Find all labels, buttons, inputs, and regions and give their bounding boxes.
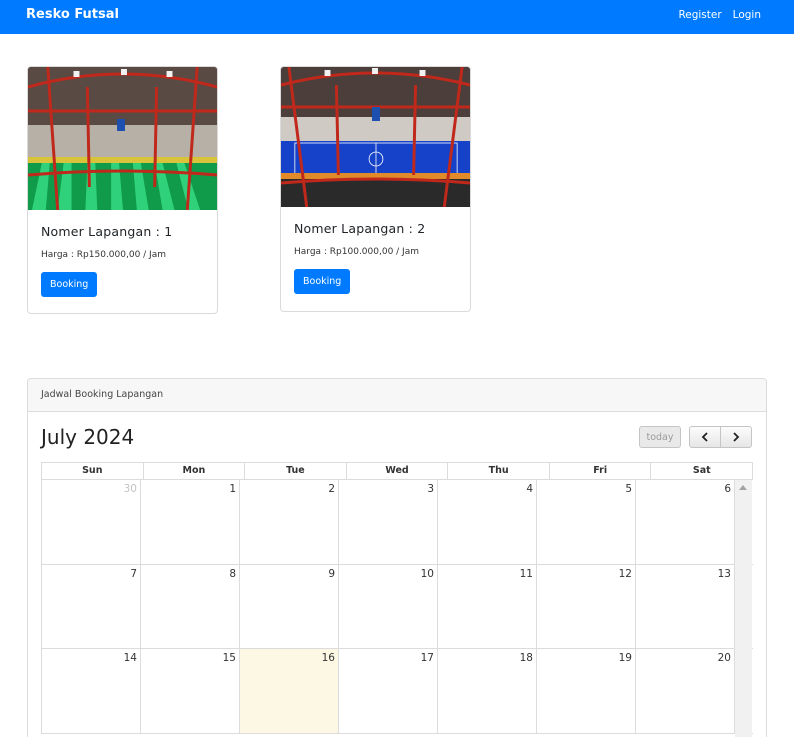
field-1-title: Nomer Lapangan : 1 xyxy=(41,224,173,239)
chevron-left-icon xyxy=(701,432,708,442)
day-number: 1 xyxy=(229,483,236,495)
calendar-weeks: 30 1 2 3 4 5 6 7 8 9 10 11 12 13 14 15 1… xyxy=(41,480,753,737)
field-card-2: Nomer Lapangan : 2 Harga : Rp100.000,00 … xyxy=(280,66,471,312)
today-button[interactable]: today xyxy=(639,426,681,448)
calendar-day[interactable]: 11 xyxy=(438,564,537,648)
calendar-day[interactable]: 6 xyxy=(636,480,735,564)
day-number: 5 xyxy=(625,483,632,495)
calendar-day[interactable]: 10 xyxy=(339,564,438,648)
calendar-day[interactable]: 18 xyxy=(438,649,537,733)
day-number: 4 xyxy=(526,483,533,495)
field-1-booking-button[interactable]: Booking xyxy=(41,272,98,297)
day-number: 8 xyxy=(229,567,236,580)
login-link[interactable]: Login xyxy=(733,9,761,21)
day-number: 10 xyxy=(420,567,434,580)
calendar-day[interactable]: 14 xyxy=(42,649,141,733)
panel-header: Jadwal Booking Lapangan xyxy=(28,379,766,412)
calendar-day[interactable]: 17 xyxy=(339,649,438,733)
calendar-day[interactable]: 19 xyxy=(537,649,636,733)
field-1-price: Harga : Rp150.000,00 / Jam xyxy=(41,250,166,260)
weekday-wed: Wed xyxy=(347,463,449,479)
day-number: 17 xyxy=(420,652,434,664)
calendar-day[interactable]: 15 xyxy=(141,649,240,733)
field-card-1: Nomer Lapangan : 1 Harga : Rp150.000,00 … xyxy=(27,66,218,314)
calendar-week: 7 8 9 10 11 12 13 xyxy=(42,564,753,649)
nav-links: Register Login xyxy=(678,9,761,21)
chevron-right-icon xyxy=(733,432,740,442)
field-1-image xyxy=(28,67,217,210)
weekday-tue: Tue xyxy=(245,463,347,479)
booking-schedule-panel: Jadwal Booking Lapangan July 2024 today … xyxy=(27,378,767,737)
field-2-price: Harga : Rp100.000,00 / Jam xyxy=(294,247,419,257)
navbar: Resko Futsal Register Login xyxy=(0,0,794,34)
weekday-thu: Thu xyxy=(448,463,550,479)
calendar-day[interactable]: 1 xyxy=(141,480,240,564)
calendar-day-today[interactable]: 16 xyxy=(240,649,339,733)
calendar-day[interactable]: 2 xyxy=(240,480,339,564)
calendar-day[interactable]: 30 xyxy=(42,480,141,564)
day-number: 3 xyxy=(427,483,434,495)
calendar-week: 14 15 16 17 18 19 20 xyxy=(42,649,753,734)
calendar-day[interactable]: 8 xyxy=(141,564,240,648)
day-number: 6 xyxy=(724,483,731,495)
field-1-body: Nomer Lapangan : 1 Harga : Rp150.000,00 … xyxy=(28,224,217,297)
calendar-day[interactable]: 9 xyxy=(240,564,339,648)
scroll-up-arrow-icon[interactable] xyxy=(739,485,747,490)
calendar-day[interactable]: 4 xyxy=(438,480,537,564)
register-link[interactable]: Register xyxy=(678,9,721,21)
field-2-title: Nomer Lapangan : 2 xyxy=(294,221,426,236)
weekday-header-row: Sun Mon Tue Wed Thu Fri Sat xyxy=(41,462,753,480)
field-2-booking-button[interactable]: Booking xyxy=(294,269,351,294)
weekday-fri: Fri xyxy=(550,463,652,479)
day-number: 11 xyxy=(519,567,533,580)
prev-month-button[interactable] xyxy=(689,426,721,448)
day-number: 12 xyxy=(618,567,632,580)
field-2-image xyxy=(281,67,470,207)
day-number: 14 xyxy=(123,652,137,664)
day-number: 18 xyxy=(519,652,533,664)
weekday-sat: Sat xyxy=(692,465,711,476)
day-number: 20 xyxy=(717,652,731,664)
calendar-week: 30 1 2 3 4 5 6 xyxy=(42,480,753,565)
day-number: 9 xyxy=(328,567,335,580)
day-number: 15 xyxy=(222,652,236,664)
calendar-grid: Sun Mon Tue Wed Thu Fri Sat 30 1 2 3 4 5… xyxy=(41,462,753,737)
calendar-scrollbar[interactable] xyxy=(735,480,752,737)
calendar-day[interactable]: 7 xyxy=(42,564,141,648)
day-number: 16 xyxy=(321,652,335,664)
day-number: 30 xyxy=(123,483,137,495)
calendar-day[interactable]: 12 xyxy=(537,564,636,648)
calendar-month-title: July 2024 xyxy=(41,425,135,449)
calendar-day[interactable]: 13 xyxy=(636,564,735,648)
field-2-body: Nomer Lapangan : 2 Harga : Rp100.000,00 … xyxy=(281,221,470,294)
brand-link[interactable]: Resko Futsal xyxy=(26,7,119,22)
calendar-day[interactable]: 5 xyxy=(537,480,636,564)
weekday-sun: Sun xyxy=(42,463,144,479)
day-number: 2 xyxy=(328,483,335,495)
next-month-button[interactable] xyxy=(720,426,752,448)
calendar-day[interactable]: 3 xyxy=(339,480,438,564)
weekday-mon: Mon xyxy=(144,463,246,479)
day-number: 19 xyxy=(618,652,632,664)
day-number: 13 xyxy=(717,567,731,580)
calendar-day[interactable]: 20 xyxy=(636,649,735,733)
day-number: 7 xyxy=(130,567,137,580)
